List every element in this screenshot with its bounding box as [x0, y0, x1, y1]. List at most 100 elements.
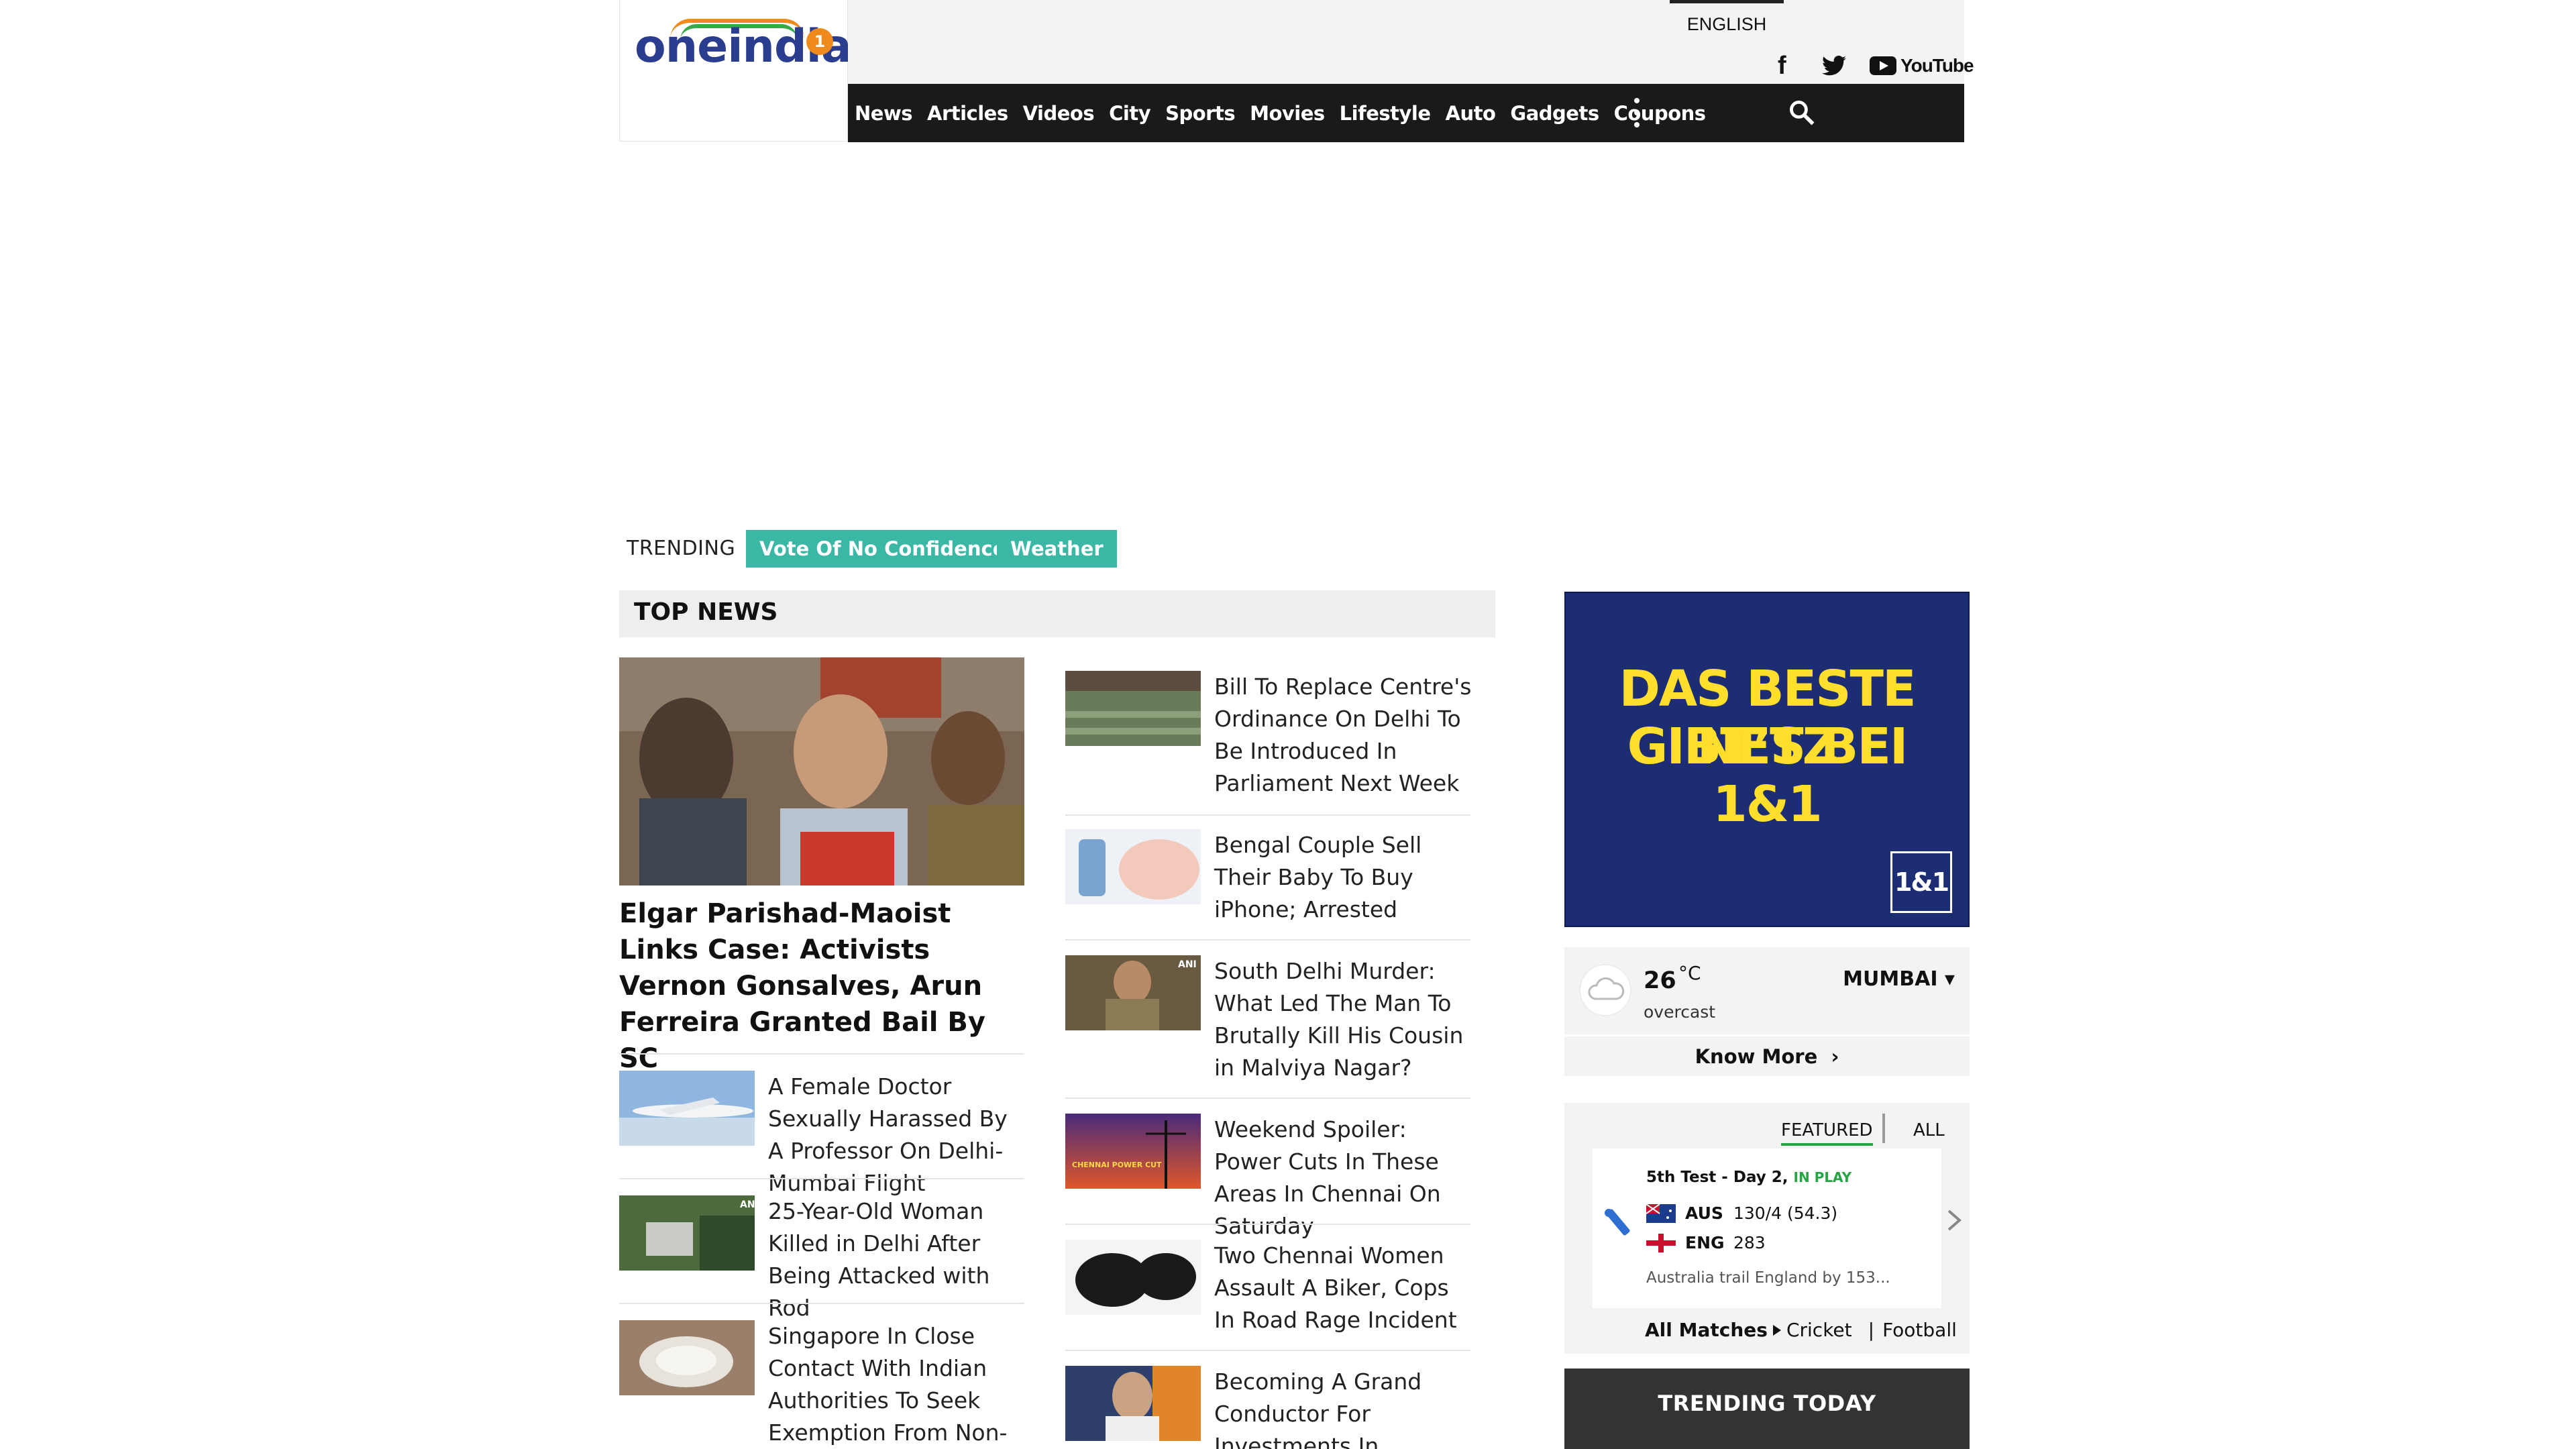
youtube-link[interactable]: YouTube — [1870, 52, 1974, 79]
facebook-icon[interactable]: f — [1778, 52, 1786, 80]
tab-all[interactable]: ALL — [1913, 1120, 1945, 1140]
nav-movies[interactable]: Movies — [1250, 102, 1325, 125]
story-thumbnail: CHENNAI POWER CUT — [1065, 1114, 1201, 1189]
know-more-label: Know More — [1695, 1045, 1818, 1068]
match-title: 5th Test - Day 2, IN PLAY — [1646, 1169, 1851, 1186]
story-item[interactable]: ANI 25-Year-Old Woman Killed in Delhi Af… — [619, 1195, 1028, 1324]
nav-articles[interactable]: Articles — [927, 102, 1008, 125]
team-score: 130/4 (54.3) — [1733, 1203, 1838, 1223]
divider — [1065, 1350, 1470, 1351]
story-item[interactable]: Two Chennai Women Assault A Biker, Cops … — [1065, 1240, 1474, 1336]
story-thumbnail: ANI — [1065, 955, 1201, 1030]
ani-tag: ANI — [1178, 959, 1197, 970]
story-thumbnail: ANI — [619, 1195, 755, 1271]
story-thumbnail — [1065, 671, 1201, 746]
chevron-right-icon[interactable] — [1945, 1207, 1964, 1234]
nav-videos[interactable]: Videos — [1023, 102, 1095, 125]
nav-lifestyle[interactable]: Lifestyle — [1340, 102, 1431, 125]
story-title: Two Chennai Women Assault A Biker, Cops … — [1214, 1242, 1457, 1333]
story-item[interactable]: Becoming A Grand Conductor For Investmen… — [1065, 1366, 1474, 1449]
search-icon[interactable] — [1787, 98, 1817, 127]
team-score: 283 — [1733, 1233, 1766, 1252]
chennai-power-tag: CHENNAI POWER CUT — [1072, 1161, 1162, 1169]
story-thumbnail — [1065, 1240, 1201, 1315]
chevron-right-icon: › — [1831, 1045, 1839, 1068]
trending-today-header: TRENDING TODAY — [1564, 1368, 1970, 1449]
advertisement-banner[interactable]: DAS BESTE NETZ GIBT’S BEI 1&1 1&1 — [1564, 592, 1970, 927]
match-summary: Australia trail England by 153... — [1646, 1269, 1890, 1287]
temperature: 26 — [1644, 967, 1676, 994]
lead-story-image[interactable] — [619, 657, 1024, 885]
story-item[interactable]: Bill To Replace Centre's Ordinance On De… — [1065, 671, 1474, 800]
divider — [619, 1303, 1024, 1304]
lead-story-title[interactable]: Elgar Parishad-Maoist Links Case: Activi… — [619, 896, 1024, 1077]
match-name: 5th Test - Day 2, — [1646, 1169, 1794, 1186]
divider — [1065, 1097, 1470, 1099]
link-separator: | — [1868, 1319, 1875, 1341]
language-selector[interactable]: ENGLISH — [1670, 0, 1784, 44]
story-item[interactable]: Singapore In Close Contact With Indian A… — [619, 1320, 1028, 1449]
top-news-header: TOP NEWS — [619, 590, 1495, 637]
story-title: South Delhi Murder: What Led The Man To … — [1214, 958, 1464, 1081]
all-matches-link[interactable]: All Matches — [1645, 1319, 1768, 1341]
weather-condition: overcast — [1644, 1002, 1716, 1022]
more-vertical-icon[interactable] — [1633, 98, 1641, 127]
story-title: Bengal Couple Sell Their Baby To Buy iPh… — [1214, 832, 1422, 922]
divider — [619, 1178, 1024, 1179]
team-code: AUS — [1685, 1203, 1723, 1223]
nav-gadgets[interactable]: Gadgets — [1510, 102, 1599, 125]
story-thumbnail — [1065, 1366, 1201, 1441]
australia-flag — [1646, 1203, 1676, 1223]
cloud-icon — [1579, 964, 1631, 1016]
tab-separator — [1882, 1114, 1885, 1143]
england-flag — [1646, 1233, 1676, 1252]
story-item[interactable]: A Female Doctor Sexually Harassed By A P… — [619, 1071, 1028, 1199]
story-thumbnail — [1065, 829, 1201, 904]
story-thumbnail — [619, 1320, 755, 1395]
team-row: ENG 283 — [1646, 1233, 1766, 1252]
caret-right-icon — [1772, 1324, 1781, 1336]
story-thumbnail — [619, 1071, 755, 1146]
site-logo-box[interactable]: oneindia 1 — [619, 0, 852, 142]
scores-widget: FEATURED ALL 5th Test - Day 2, IN PLAY A… — [1564, 1103, 1970, 1354]
nav-items: News Articles Videos City Sports Movies … — [855, 84, 1721, 142]
trending-chip-weather[interactable]: Weather — [997, 530, 1117, 568]
ad-headline-2: GIBT’S BEI 1&1 — [1627, 718, 1909, 833]
nav-news[interactable]: News — [855, 102, 913, 125]
cricket-bat-icon — [1599, 1202, 1640, 1242]
divider — [1065, 1224, 1470, 1225]
know-more-link[interactable]: Know More › — [1564, 1040, 1970, 1073]
logo-badge: 1 — [806, 28, 833, 55]
team-code: ENG — [1685, 1233, 1725, 1252]
trending-chip-vote[interactable]: Vote Of No Confidence — [746, 530, 1020, 568]
youtube-label: YouTube — [1900, 55, 1974, 76]
football-link[interactable]: Football — [1882, 1319, 1957, 1341]
nav-city[interactable]: City — [1109, 102, 1151, 125]
match-card[interactable]: 5th Test - Day 2, IN PLAY AUS 130/4 (54.… — [1593, 1148, 1941, 1308]
twitter-icon[interactable] — [1822, 52, 1846, 79]
tab-featured[interactable]: FEATURED — [1781, 1120, 1873, 1146]
divider — [1065, 939, 1470, 941]
logo-india: india — [727, 20, 852, 73]
nav-auto[interactable]: Auto — [1446, 102, 1496, 125]
match-status: IN PLAY — [1793, 1169, 1852, 1185]
top-news-title: TOP NEWS — [634, 598, 778, 626]
divider — [1065, 814, 1470, 816]
trending-label: TRENDING — [627, 537, 736, 560]
logo-one: one — [635, 20, 728, 73]
nav-sports[interactable]: Sports — [1165, 102, 1236, 125]
matches-links: All Matches Cricket | Football — [1645, 1319, 1957, 1341]
temperature-unit: °C — [1678, 962, 1701, 984]
cricket-link[interactable]: Cricket — [1786, 1319, 1852, 1341]
story-title: A Female Doctor Sexually Harassed By A P… — [768, 1073, 1008, 1196]
ani-tag: ANI — [740, 1199, 755, 1210]
story-item[interactable]: Bengal Couple Sell Their Baby To Buy iPh… — [1065, 829, 1474, 926]
story-item[interactable]: ANI South Delhi Murder: What Led The Man… — [1065, 955, 1474, 1084]
team-row: AUS 130/4 (54.3) — [1646, 1203, 1837, 1223]
city-selector[interactable]: MUMBAI ▾ — [1843, 967, 1955, 991]
divider — [1564, 1034, 1970, 1036]
nav-coupons[interactable]: Coupons — [1614, 102, 1706, 125]
ad-logo: 1&1 — [1890, 851, 1952, 913]
story-title: 25-Year-Old Woman Killed in Delhi After … — [768, 1198, 990, 1321]
weather-widget: 26 °C overcast MUMBAI ▾ Know More › — [1564, 947, 1970, 1076]
